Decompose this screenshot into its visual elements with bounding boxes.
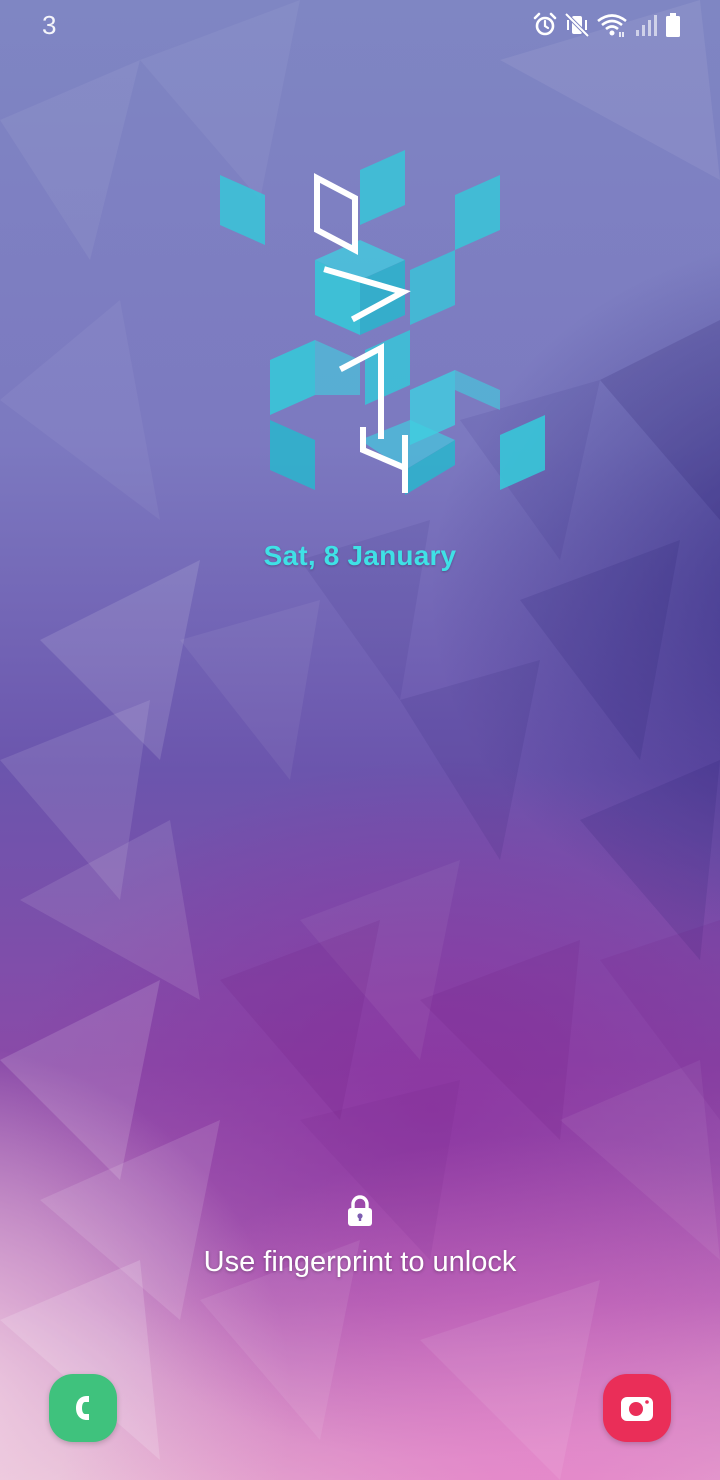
camera-shortcut-button[interactable]: [603, 1374, 671, 1442]
notification-count: 3: [42, 10, 57, 40]
signal-icon: [634, 12, 658, 38]
date-label: Sat, 8 January: [263, 540, 457, 571]
unlock-hint: Use fingerprint to unlock: [203, 1246, 517, 1278]
wifi-icon: [596, 12, 628, 38]
clock-cubes: [220, 150, 545, 495]
clock-digit-0: [314, 173, 358, 255]
vibrate-icon: [564, 12, 590, 38]
battery-icon: [664, 12, 682, 38]
camera-icon: [621, 1397, 653, 1421]
status-bar: 3: [0, 0, 720, 50]
alarm-icon: [532, 12, 558, 38]
phone-icon: [76, 1396, 89, 1420]
lock-icon: [348, 1195, 372, 1226]
phone-shortcut-button[interactable]: [49, 1374, 117, 1442]
status-icons: [532, 10, 682, 40]
clock-widget: [220, 150, 545, 495]
